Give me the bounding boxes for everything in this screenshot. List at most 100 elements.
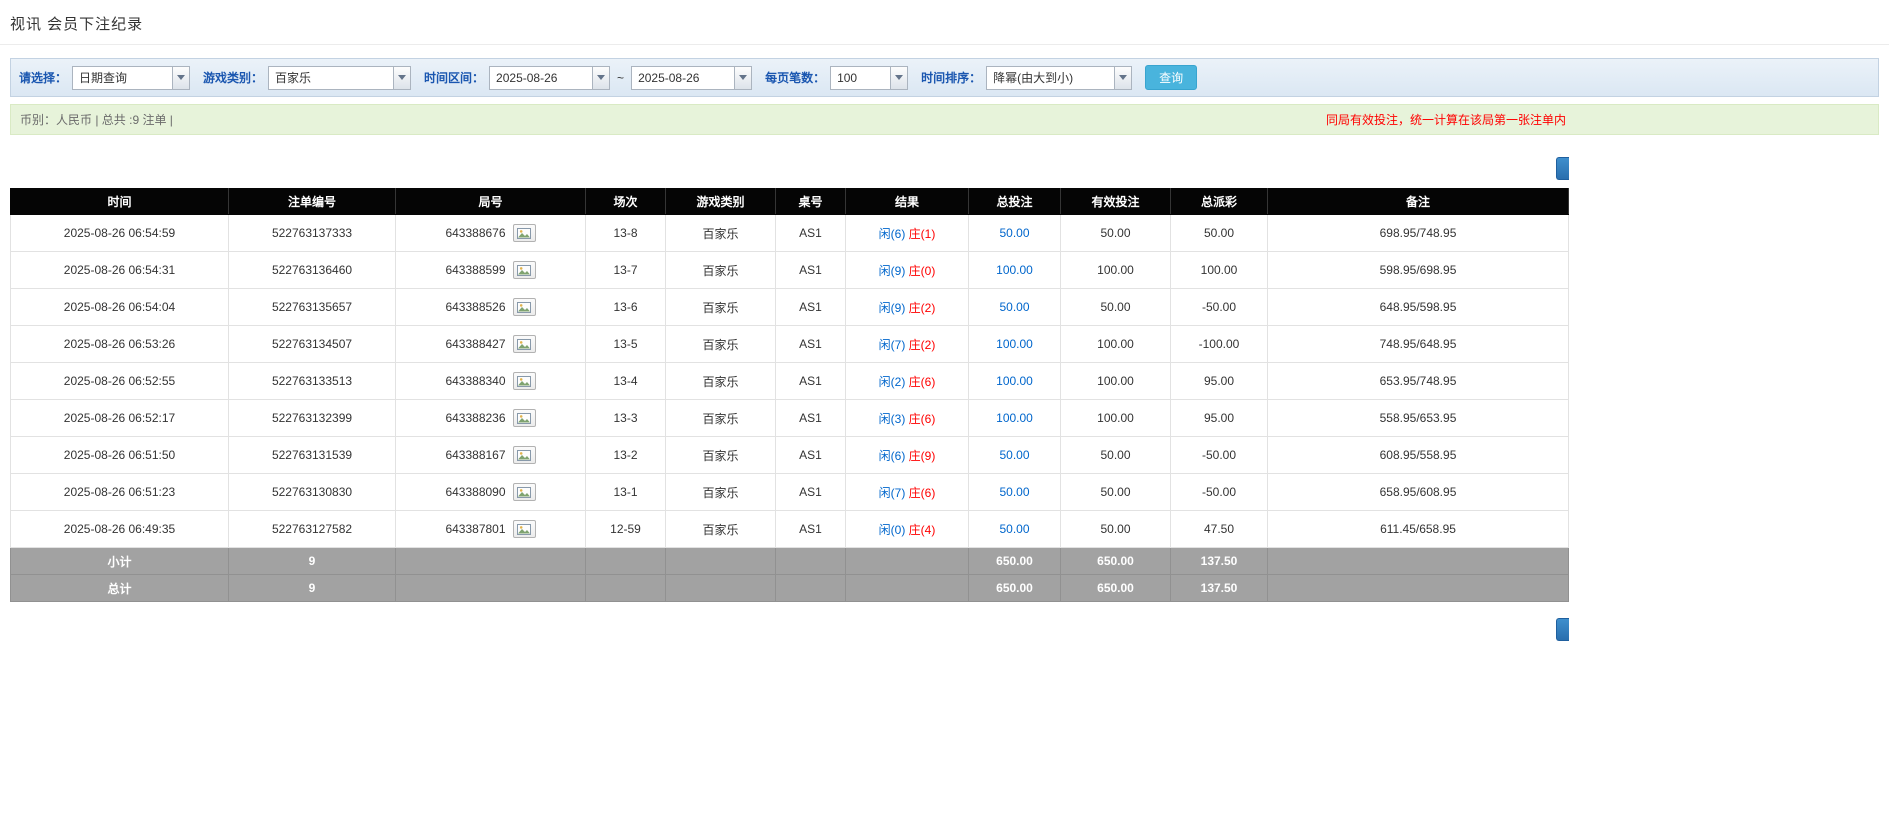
page-title: 视讯 会员下注纪录 [10,13,143,34]
total-bet-link[interactable]: 50.00 [999,522,1029,536]
cell-remark: 658.95/608.95 [1268,474,1569,511]
cell-remark: 611.45/658.95 [1268,511,1569,548]
cell-round: 643388526 [396,289,586,326]
game-type-value[interactable]: 百家乐 [268,66,393,90]
chevron-down-icon[interactable] [592,66,610,90]
cell-game-type: 百家乐 [666,289,776,326]
cell-total-bet: 100.00 [969,400,1061,437]
chevron-down-icon[interactable] [734,66,752,90]
cell-time: 2025-08-26 06:51:23 [11,474,229,511]
view-cards-icon[interactable] [513,298,536,316]
date-to-value[interactable]: 2025-08-26 [631,66,734,90]
col-header-remark: 备注 [1268,189,1569,215]
page-size-select[interactable]: 100 [830,66,908,90]
total-payout: 137.50 [1171,575,1268,602]
date-from-picker[interactable]: 2025-08-26 [489,66,610,90]
round-number: 643387801 [445,522,505,536]
query-type-select[interactable]: 日期查询 [72,66,190,90]
cell-game-type: 百家乐 [666,363,776,400]
export-button-partial-top[interactable] [1556,157,1569,180]
sort-order-label: 时间排序： [921,69,981,86]
round-number: 643388427 [445,337,505,351]
cell-session: 13-3 [586,400,666,437]
result-banker: 庄(6) [909,375,936,389]
total-bet-link[interactable]: 50.00 [999,448,1029,462]
result-player: 闲(6) [879,449,906,463]
total-bet-link[interactable]: 100.00 [996,263,1033,277]
cell-total-bet: 50.00 [969,215,1061,252]
result-player: 闲(7) [879,338,906,352]
page-size-value[interactable]: 100 [830,66,890,90]
cell-bet-id: 522763127582 [229,511,396,548]
cell-bet-id: 522763133513 [229,363,396,400]
result-player: 闲(6) [879,227,906,241]
col-header-valid-bet: 有效投注 [1061,189,1171,215]
result-banker: 庄(1) [909,227,936,241]
cell-time: 2025-08-26 06:53:26 [11,326,229,363]
result-player: 闲(3) [879,412,906,426]
view-cards-icon[interactable] [513,261,536,279]
export-button-partial-bottom[interactable] [1556,618,1569,641]
cell-game-type: 百家乐 [666,326,776,363]
sort-order-value[interactable]: 降幂(由大到小) [986,66,1114,90]
cell-time: 2025-08-26 06:54:59 [11,215,229,252]
total-bet-link[interactable]: 100.00 [996,337,1033,351]
round-number: 643388676 [445,226,505,240]
chevron-down-icon[interactable] [393,66,411,90]
cell-payout: 50.00 [1171,215,1268,252]
view-cards-icon[interactable] [513,372,536,390]
table-body: 2025-08-26 06:54:59 522763137333 6433886… [11,215,1569,548]
total-row: 总计 9 650.00 650.00 137.50 [11,575,1569,602]
cell-bet-id: 522763132399 [229,400,396,437]
view-cards-icon[interactable] [513,483,536,501]
cell-table-no: AS1 [776,215,846,252]
bet-records-table: 时间 注单编号 局号 场次 游戏类别 桌号 结果 总投注 有效投注 总派彩 备注… [10,188,1569,602]
result-player: 闲(7) [879,486,906,500]
cell-valid-bet: 50.00 [1061,215,1171,252]
total-bet-link[interactable]: 100.00 [996,374,1033,388]
cell-round: 643388090 [396,474,586,511]
game-type-select[interactable]: 百家乐 [268,66,411,90]
table-row: 2025-08-26 06:54:59 522763137333 6433886… [11,215,1569,252]
total-valid-bet: 650.00 [1061,575,1171,602]
total-bet-link[interactable]: 50.00 [999,485,1029,499]
cell-remark: 748.95/648.95 [1268,326,1569,363]
cell-session: 13-7 [586,252,666,289]
view-cards-icon[interactable] [513,446,536,464]
cell-total-bet: 100.00 [969,326,1061,363]
view-cards-icon[interactable] [513,224,536,242]
view-cards-icon[interactable] [513,409,536,427]
subtotal-label: 小计 [11,548,229,575]
chevron-down-icon[interactable] [172,66,190,90]
cell-remark: 648.95/598.95 [1268,289,1569,326]
total-total-bet: 650.00 [969,575,1061,602]
cell-remark: 653.95/748.95 [1268,363,1569,400]
query-type-value[interactable]: 日期查询 [72,66,172,90]
cell-table-no: AS1 [776,289,846,326]
sort-order-select[interactable]: 降幂(由大到小) [986,66,1132,90]
cell-table-no: AS1 [776,511,846,548]
cell-table-no: AS1 [776,474,846,511]
view-cards-icon[interactable] [513,520,536,538]
total-bet-link[interactable]: 100.00 [996,411,1033,425]
chevron-down-icon[interactable] [1114,66,1132,90]
cell-session: 13-1 [586,474,666,511]
total-bet-link[interactable]: 50.00 [999,226,1029,240]
round-number: 643388599 [445,263,505,277]
total-label: 总计 [11,575,229,602]
round-number: 643388340 [445,374,505,388]
view-cards-icon[interactable] [513,335,536,353]
date-to-picker[interactable]: 2025-08-26 [631,66,752,90]
chevron-down-icon[interactable] [890,66,908,90]
cell-table-no: AS1 [776,437,846,474]
total-bet-link[interactable]: 50.00 [999,300,1029,314]
result-banker: 庄(4) [909,523,936,537]
search-button[interactable]: 查询 [1145,65,1197,90]
game-type-label: 游戏类别： [203,69,263,86]
cell-bet-id: 522763136460 [229,252,396,289]
col-header-time: 时间 [11,189,229,215]
table-row: 2025-08-26 06:52:55 522763133513 6433883… [11,363,1569,400]
date-from-value[interactable]: 2025-08-26 [489,66,592,90]
cell-result: 闲(3) 庄(6) [846,400,969,437]
subtotal-total-bet: 650.00 [969,548,1061,575]
